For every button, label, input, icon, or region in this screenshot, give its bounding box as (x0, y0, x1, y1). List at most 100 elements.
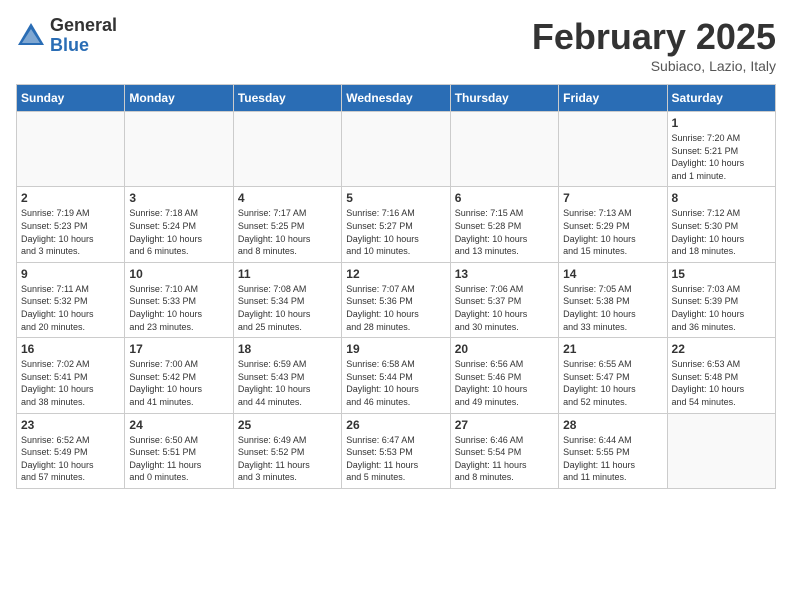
day-info: Sunrise: 6:47 AM Sunset: 5:53 PM Dayligh… (346, 434, 445, 484)
calendar-week-4: 16 Sunrise: 7:02 AM Sunset: 5:41 PM Dayli… (17, 338, 776, 413)
day-number: 1 (672, 116, 771, 130)
day-info: Sunrise: 6:53 AM Sunset: 5:48 PM Dayligh… (672, 358, 771, 408)
day-number: 22 (672, 342, 771, 356)
day-info: Sunrise: 7:07 AM Sunset: 5:36 PM Dayligh… (346, 283, 445, 333)
day-number: 23 (21, 418, 120, 432)
location: Subiaco, Lazio, Italy (532, 58, 776, 74)
calendar-cell: 28 Sunrise: 6:44 AM Sunset: 5:55 PM Dayli… (559, 413, 667, 488)
day-number: 17 (129, 342, 228, 356)
day-info: Sunrise: 7:11 AM Sunset: 5:32 PM Dayligh… (21, 283, 120, 333)
day-number: 8 (672, 191, 771, 205)
weekday-header-saturday: Saturday (667, 85, 775, 112)
day-number: 28 (563, 418, 662, 432)
calendar-cell: 7 Sunrise: 7:13 AM Sunset: 5:29 PM Daylig… (559, 187, 667, 262)
day-info: Sunrise: 6:55 AM Sunset: 5:47 PM Dayligh… (563, 358, 662, 408)
calendar-table: SundayMondayTuesdayWednesdayThursdayFrid… (16, 84, 776, 489)
day-info: Sunrise: 7:02 AM Sunset: 5:41 PM Dayligh… (21, 358, 120, 408)
calendar-cell (17, 112, 125, 187)
logo-icon (16, 21, 46, 51)
page-header: General Blue February 2025 Subiaco, Lazi… (16, 16, 776, 74)
day-info: Sunrise: 7:15 AM Sunset: 5:28 PM Dayligh… (455, 207, 554, 257)
calendar-week-5: 23 Sunrise: 6:52 AM Sunset: 5:49 PM Dayli… (17, 413, 776, 488)
day-number: 24 (129, 418, 228, 432)
day-number: 2 (21, 191, 120, 205)
day-number: 19 (346, 342, 445, 356)
calendar-cell: 8 Sunrise: 7:12 AM Sunset: 5:30 PM Daylig… (667, 187, 775, 262)
calendar-week-1: 1 Sunrise: 7:20 AM Sunset: 5:21 PM Daylig… (17, 112, 776, 187)
title-block: February 2025 Subiaco, Lazio, Italy (532, 16, 776, 74)
day-number: 10 (129, 267, 228, 281)
day-info: Sunrise: 7:10 AM Sunset: 5:33 PM Dayligh… (129, 283, 228, 333)
calendar-cell: 24 Sunrise: 6:50 AM Sunset: 5:51 PM Dayli… (125, 413, 233, 488)
logo-text: General Blue (50, 16, 117, 56)
day-info: Sunrise: 6:59 AM Sunset: 5:43 PM Dayligh… (238, 358, 337, 408)
calendar-cell: 16 Sunrise: 7:02 AM Sunset: 5:41 PM Dayli… (17, 338, 125, 413)
calendar-cell: 18 Sunrise: 6:59 AM Sunset: 5:43 PM Dayli… (233, 338, 341, 413)
day-info: Sunrise: 6:58 AM Sunset: 5:44 PM Dayligh… (346, 358, 445, 408)
day-info: Sunrise: 6:50 AM Sunset: 5:51 PM Dayligh… (129, 434, 228, 484)
calendar-cell: 4 Sunrise: 7:17 AM Sunset: 5:25 PM Daylig… (233, 187, 341, 262)
day-info: Sunrise: 6:56 AM Sunset: 5:46 PM Dayligh… (455, 358, 554, 408)
weekday-header-monday: Monday (125, 85, 233, 112)
day-number: 12 (346, 267, 445, 281)
day-number: 7 (563, 191, 662, 205)
calendar-cell (233, 112, 341, 187)
calendar-cell: 11 Sunrise: 7:08 AM Sunset: 5:34 PM Dayli… (233, 262, 341, 337)
day-info: Sunrise: 6:49 AM Sunset: 5:52 PM Dayligh… (238, 434, 337, 484)
day-info: Sunrise: 7:12 AM Sunset: 5:30 PM Dayligh… (672, 207, 771, 257)
day-number: 20 (455, 342, 554, 356)
day-number: 13 (455, 267, 554, 281)
day-info: Sunrise: 7:19 AM Sunset: 5:23 PM Dayligh… (21, 207, 120, 257)
weekday-header-wednesday: Wednesday (342, 85, 450, 112)
calendar-cell: 26 Sunrise: 6:47 AM Sunset: 5:53 PM Dayli… (342, 413, 450, 488)
weekday-header-sunday: Sunday (17, 85, 125, 112)
logo-blue: Blue (50, 36, 117, 56)
weekday-header-row: SundayMondayTuesdayWednesdayThursdayFrid… (17, 85, 776, 112)
day-info: Sunrise: 6:44 AM Sunset: 5:55 PM Dayligh… (563, 434, 662, 484)
month-title: February 2025 (532, 16, 776, 58)
calendar-cell: 10 Sunrise: 7:10 AM Sunset: 5:33 PM Dayli… (125, 262, 233, 337)
calendar-cell: 5Sunrise: 7:16 AM Sunset: 5:27 PM Daylig… (342, 187, 450, 262)
calendar-cell: 20 Sunrise: 6:56 AM Sunset: 5:46 PM Dayli… (450, 338, 558, 413)
calendar-cell: 22 Sunrise: 6:53 AM Sunset: 5:48 PM Dayli… (667, 338, 775, 413)
day-info: Sunrise: 7:13 AM Sunset: 5:29 PM Dayligh… (563, 207, 662, 257)
logo: General Blue (16, 16, 117, 56)
calendar-cell (125, 112, 233, 187)
calendar-cell: 17 Sunrise: 7:00 AM Sunset: 5:42 PM Dayli… (125, 338, 233, 413)
day-info: Sunrise: 7:05 AM Sunset: 5:38 PM Dayligh… (563, 283, 662, 333)
calendar-cell: 6 Sunrise: 7:15 AM Sunset: 5:28 PM Daylig… (450, 187, 558, 262)
calendar-cell: 21 Sunrise: 6:55 AM Sunset: 5:47 PM Dayli… (559, 338, 667, 413)
day-number: 9 (21, 267, 120, 281)
calendar-cell: 23 Sunrise: 6:52 AM Sunset: 5:49 PM Dayli… (17, 413, 125, 488)
day-number: 16 (21, 342, 120, 356)
calendar-cell: 1 Sunrise: 7:20 AM Sunset: 5:21 PM Daylig… (667, 112, 775, 187)
day-info: Sunrise: 7:17 AM Sunset: 5:25 PM Dayligh… (238, 207, 337, 257)
calendar-cell (450, 112, 558, 187)
day-info: Sunrise: 7:08 AM Sunset: 5:34 PM Dayligh… (238, 283, 337, 333)
day-number: 25 (238, 418, 337, 432)
calendar-week-2: 2 Sunrise: 7:19 AM Sunset: 5:23 PM Daylig… (17, 187, 776, 262)
calendar-cell (559, 112, 667, 187)
day-number: 11 (238, 267, 337, 281)
calendar-cell: 15Sunrise: 7:03 AM Sunset: 5:39 PM Dayli… (667, 262, 775, 337)
day-info: Sunrise: 6:46 AM Sunset: 5:54 PM Dayligh… (455, 434, 554, 484)
day-number: 4 (238, 191, 337, 205)
day-number: 21 (563, 342, 662, 356)
calendar-cell: 2 Sunrise: 7:19 AM Sunset: 5:23 PM Daylig… (17, 187, 125, 262)
day-number: 5 (346, 191, 445, 205)
weekday-header-tuesday: Tuesday (233, 85, 341, 112)
day-info: Sunrise: 7:00 AM Sunset: 5:42 PM Dayligh… (129, 358, 228, 408)
calendar-cell: 3Sunrise: 7:18 AM Sunset: 5:24 PM Daylig… (125, 187, 233, 262)
day-number: 18 (238, 342, 337, 356)
calendar-cell (667, 413, 775, 488)
day-info: Sunrise: 7:03 AM Sunset: 5:39 PM Dayligh… (672, 283, 771, 333)
day-info: Sunrise: 7:20 AM Sunset: 5:21 PM Dayligh… (672, 132, 771, 182)
day-number: 6 (455, 191, 554, 205)
calendar-cell (342, 112, 450, 187)
day-number: 14 (563, 267, 662, 281)
calendar-cell: 13 Sunrise: 7:06 AM Sunset: 5:37 PM Dayli… (450, 262, 558, 337)
logo-general: General (50, 16, 117, 36)
day-info: Sunrise: 7:06 AM Sunset: 5:37 PM Dayligh… (455, 283, 554, 333)
day-info: Sunrise: 6:52 AM Sunset: 5:49 PM Dayligh… (21, 434, 120, 484)
day-number: 26 (346, 418, 445, 432)
